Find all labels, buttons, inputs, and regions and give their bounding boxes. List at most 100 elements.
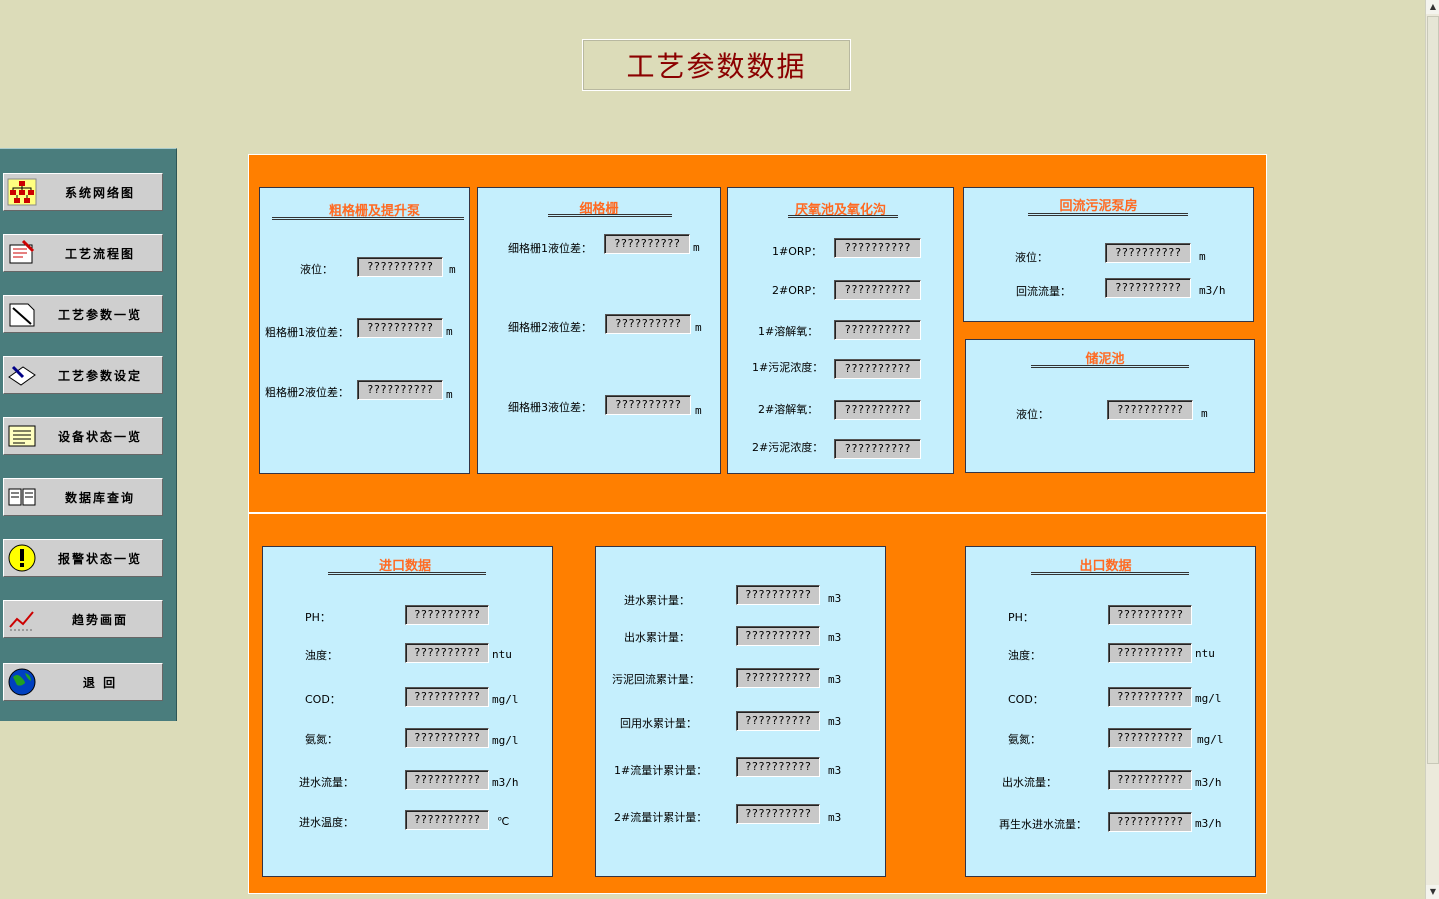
field-label: 2#污泥浓度： xyxy=(752,441,824,454)
title-underline xyxy=(1031,365,1189,368)
scroll-down-icon[interactable]: ▼ xyxy=(1426,885,1439,899)
field-label: 再生水进水流量： xyxy=(999,818,1087,831)
nav-label: 设备状态一览 xyxy=(57,429,142,444)
value-field: ?????????? xyxy=(1107,400,1193,420)
field-label: 细格栅1液位差： xyxy=(508,242,592,255)
title-underline xyxy=(1028,213,1188,216)
unit-label: m3/h xyxy=(1195,776,1222,789)
trend-icon xyxy=(6,603,38,635)
title-underline xyxy=(548,214,672,217)
panel-inlet-data: 进口数据 PH： ?????????? 浊度： ?????????? ntu C… xyxy=(262,546,553,877)
value-field: ?????????? xyxy=(736,711,820,731)
value-field: ?????????? xyxy=(736,757,820,777)
sidebar-nav: 系统网络图 工艺流程图 工艺参数一览 工艺参数设定 设备状态一览 数据库查询 报… xyxy=(0,148,177,721)
nav-label: 工艺流程图 xyxy=(64,246,135,261)
nav-button-params-overview[interactable]: 工艺参数一览 xyxy=(3,295,163,333)
title-underline xyxy=(788,215,898,218)
value-field: ?????????? xyxy=(604,234,690,254)
value-field: ?????????? xyxy=(1105,243,1191,263)
nav-button-network[interactable]: 系统网络图 xyxy=(3,173,163,211)
nav-label: 工艺参数设定 xyxy=(57,368,142,383)
panel-fine-screen: 细格栅 细格栅1液位差： ?????????? m 细格栅2液位差： ?????… xyxy=(477,187,721,474)
value-field: ?????????? xyxy=(357,318,443,338)
flowchart-icon xyxy=(6,237,38,269)
unit-label: m3 xyxy=(828,631,842,644)
nav-button-process-flow[interactable]: 工艺流程图 xyxy=(3,234,163,272)
field-label: 液位： xyxy=(1015,251,1048,264)
field-label: 进水流量： xyxy=(299,776,354,789)
field-label: 浊度： xyxy=(305,649,338,662)
nav-label: 退 回 xyxy=(82,675,118,690)
field-label: 粗格栅2液位差： xyxy=(265,386,349,399)
field-label: 粗格栅1液位差： xyxy=(265,326,349,339)
scroll-thumb[interactable] xyxy=(1427,16,1439,764)
unit-label: mg/l xyxy=(1195,692,1222,705)
value-field: ?????????? xyxy=(736,626,820,646)
unit-label: m xyxy=(446,388,453,401)
field-label: 氨氮： xyxy=(1008,733,1041,746)
unit-label: m3 xyxy=(828,673,842,686)
unit-label: m3/h xyxy=(492,776,519,789)
vertical-scrollbar[interactable]: ▲ ▼ xyxy=(1425,0,1439,899)
field-label: 2#溶解氧： xyxy=(758,403,819,416)
field-label: 1#污泥浓度： xyxy=(752,361,824,374)
unit-label: m xyxy=(695,321,702,334)
title-underline xyxy=(272,217,464,220)
value-field: ?????????? xyxy=(834,320,921,340)
unit-label: mg/l xyxy=(492,693,519,706)
field-label: 细格栅2液位差： xyxy=(508,321,592,334)
network-icon xyxy=(6,176,38,208)
field-label: 进水累计量： xyxy=(624,594,690,607)
panel-sludge-storage: 储泥池 液位： ?????????? m xyxy=(965,339,1255,473)
unit-label: m3 xyxy=(828,715,842,728)
value-field: ?????????? xyxy=(405,770,489,790)
value-field: ?????????? xyxy=(357,257,443,277)
field-label: 细格栅3液位差： xyxy=(508,401,592,414)
unit-label: m xyxy=(693,241,700,254)
nav-label: 数据库查询 xyxy=(64,490,135,505)
field-label: COD： xyxy=(305,693,341,706)
field-label: 出水累计量： xyxy=(624,631,690,644)
unit-label: m xyxy=(449,263,456,276)
field-label: 液位： xyxy=(300,263,333,276)
field-label: 氨氮： xyxy=(305,733,338,746)
nav-button-params-settings[interactable]: 工艺参数设定 xyxy=(3,356,163,394)
field-label: COD： xyxy=(1008,693,1044,706)
nav-button-database-query[interactable]: 数据库查询 xyxy=(3,478,163,516)
value-field: ?????????? xyxy=(605,314,691,334)
panel-cumulative-totals: 进水累计量： ?????????? m3 出水累计量： ?????????? m… xyxy=(595,546,886,877)
value-field: ?????????? xyxy=(1108,605,1192,625)
field-label: 进水温度： xyxy=(299,816,354,829)
value-field: ?????????? xyxy=(1108,687,1192,707)
value-field: ?????????? xyxy=(1105,278,1191,298)
unit-label: m3/h xyxy=(1195,817,1222,830)
nav-button-trend[interactable]: 趋势画面 xyxy=(3,600,163,638)
nav-button-back[interactable]: 退 回 xyxy=(3,663,163,701)
nav-button-alarm-status[interactable]: 报警状态一览 xyxy=(3,539,163,577)
value-field: ?????????? xyxy=(736,804,820,824)
alert-icon xyxy=(6,542,38,574)
unit-label: m3/h xyxy=(1199,284,1226,297)
scroll-up-icon[interactable]: ▲ xyxy=(1426,0,1439,14)
field-label: 2#流量计累计量： xyxy=(614,811,708,824)
panel-coarse-screen: 粗格栅及提升泵 液位： ?????????? m 粗格栅1液位差： ??????… xyxy=(259,187,470,474)
value-field: ?????????? xyxy=(405,687,489,707)
field-label: 污泥回流累计量： xyxy=(612,673,700,686)
title-underline xyxy=(328,572,486,575)
panel-anaerobic-oxidation: 厌氧池及氧化沟 1#ORP： ?????????? 2#ORP： ???????… xyxy=(727,187,954,474)
field-label: 回流流量： xyxy=(1016,285,1071,298)
value-field: ?????????? xyxy=(834,280,921,300)
unit-label: ntu xyxy=(492,648,512,661)
value-field: ?????????? xyxy=(834,439,921,459)
panel-outlet-data: 出口数据 PH： ?????????? 浊度： ?????????? ntu C… xyxy=(965,546,1256,877)
value-field: ?????????? xyxy=(405,643,489,663)
field-label: 出水流量： xyxy=(1002,776,1057,789)
list-icon xyxy=(6,420,38,452)
nav-button-device-status[interactable]: 设备状态一览 xyxy=(3,417,163,455)
value-field: ?????????? xyxy=(405,728,489,748)
field-label: PH： xyxy=(1008,611,1034,624)
value-field: ?????????? xyxy=(736,668,820,688)
field-label: PH： xyxy=(305,611,331,624)
field-label: 液位： xyxy=(1016,408,1049,421)
field-label: 回用水累计量： xyxy=(620,717,697,730)
